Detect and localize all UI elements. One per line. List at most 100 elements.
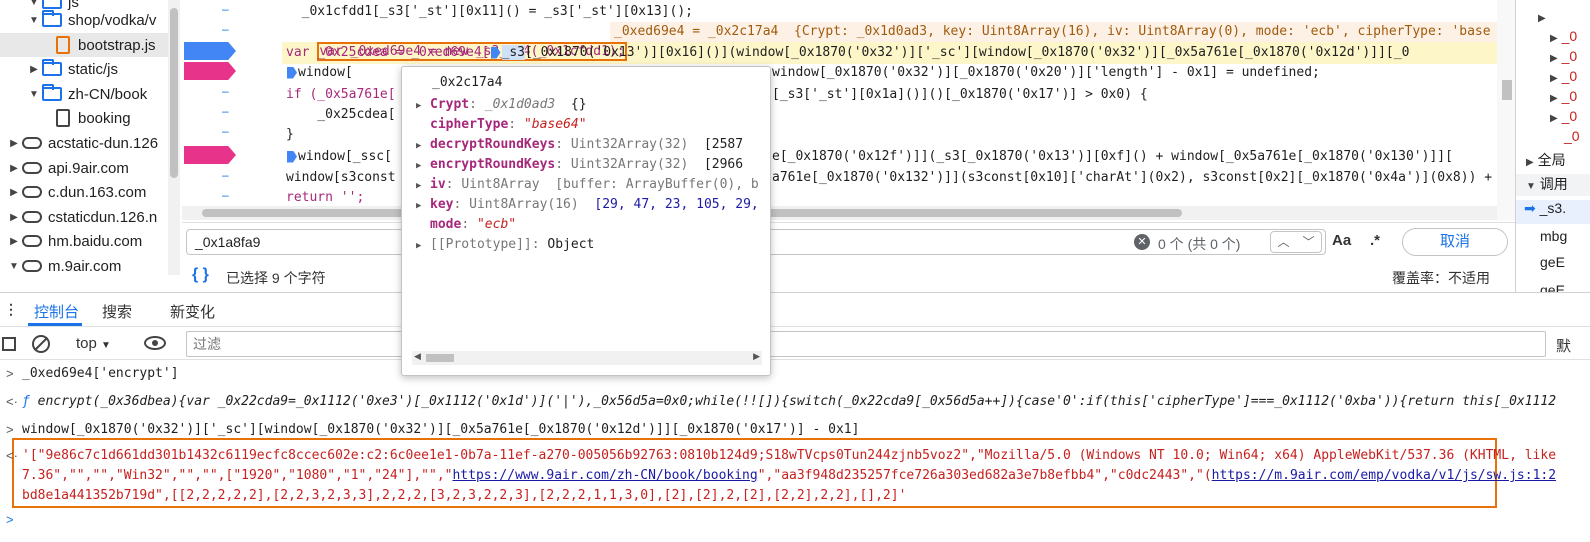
- scrollbar-thumb[interactable]: [170, 8, 178, 178]
- property-row[interactable]: ▶ key: Uint8Array(16) [29, 47, 23, 105, 2…: [416, 195, 759, 215]
- chevron-right-icon[interactable]: ▶: [8, 212, 20, 223]
- tree-scrollbar[interactable]: [168, 0, 180, 275]
- logpoint-marker[interactable]: [184, 146, 236, 164]
- chevron-right-icon[interactable]: ▶: [1526, 157, 1534, 168]
- scope-row[interactable]: _0: [1516, 128, 1590, 148]
- more-icon[interactable]: ⋮: [4, 301, 18, 318]
- property-row[interactable]: ▶ iv: Uint8Array [buffer: ArrayBuffer(0),…: [416, 175, 759, 195]
- chevron-right-icon[interactable]: ▶: [8, 187, 20, 198]
- tree-item-api-9air[interactable]: ▶ api.9air.com: [0, 156, 172, 180]
- tree-item-hm-baidu[interactable]: ▶ hm.baidu.com: [0, 229, 172, 253]
- clear-console-icon[interactable]: [32, 335, 50, 353]
- match-case-button[interactable]: Aa: [1332, 232, 1351, 249]
- property-row[interactable]: ▶ decryptRoundKeys: Uint32Array(32) [2587: [416, 135, 743, 155]
- url-link[interactable]: https://www.9air.com/zh-CN/book/booking: [452, 468, 757, 483]
- chevron-down-icon[interactable]: ▼: [28, 0, 40, 8]
- tree-item-shop-vodka[interactable]: ▼ shop/vodka/v: [0, 8, 172, 32]
- cloud-icon: [22, 186, 42, 198]
- chevron-down-icon[interactable]: ▼: [28, 15, 40, 26]
- function-output[interactable]: ƒ encrypt(_0x36dbea){var _0x22cda9=_0x11…: [22, 394, 1556, 409]
- filter-input[interactable]: 过滤: [186, 331, 1546, 357]
- scope-row[interactable]: ▶ _0: [1516, 48, 1590, 68]
- folder-icon: [42, 59, 62, 76]
- property-key: cipherType: [430, 117, 509, 132]
- tree-item-booking[interactable]: booking: [0, 106, 172, 130]
- scrollbar-thumb[interactable]: [426, 354, 454, 362]
- scope-row[interactable]: ▶ _0: [1516, 68, 1590, 88]
- object-preview-popover[interactable]: _0x2c17a4 ▶ Crypt: _0x1d0ad3 {} cipherTyp…: [401, 66, 771, 376]
- sidebar-toggle-icon[interactable]: [2, 337, 16, 351]
- tree-item-label: zh-CN/book: [68, 85, 148, 103]
- scope-row[interactable]: ▶: [1516, 8, 1590, 28]
- expand-triangle-icon[interactable]: ▶: [416, 176, 430, 196]
- expand-triangle-icon[interactable]: ▶: [416, 196, 430, 216]
- cloud-icon: [22, 235, 42, 247]
- chevron-down-icon[interactable]: ▼: [1526, 181, 1536, 192]
- scope-row[interactable]: ▶ _0: [1516, 88, 1590, 108]
- scroll-left-icon[interactable]: ◀: [414, 351, 421, 362]
- property-row[interactable]: ▶ [[Prototype]]: Object: [416, 235, 594, 255]
- chevron-right-icon[interactable]: ▶: [1550, 53, 1558, 64]
- tree-item-label: cstaticdun.126.n: [48, 208, 158, 226]
- expand-triangle-icon[interactable]: ▶: [416, 136, 430, 156]
- code-horizontal-scrollbar[interactable]: [182, 206, 1497, 220]
- expand-triangle-icon[interactable]: ▶: [416, 236, 430, 256]
- chevron-down-icon[interactable]: ﹀: [1296, 232, 1321, 252]
- chevron-down-icon[interactable]: ▼: [8, 261, 20, 272]
- input-prompt-icon: >: [6, 422, 14, 437]
- chevron-up-icon[interactable]: ︿: [1271, 232, 1296, 252]
- result-string[interactable]: '["9e86c7c1d661dd301b1432c6119ecfc8ccec6…: [22, 448, 1556, 463]
- expand-triangle-icon[interactable]: ▶: [416, 96, 430, 116]
- callstack-frame[interactable]: geE: [1516, 254, 1590, 274]
- console-output: > _0xed69e4['encrypt'] <· ƒ encrypt(_0x3…: [0, 360, 1590, 542]
- callstack-frame[interactable]: geE: [1516, 282, 1590, 292]
- callstack-frame[interactable]: mbg: [1516, 228, 1590, 248]
- tree-item-cstaticdun[interactable]: ▶ cstaticdun.126.n: [0, 205, 172, 229]
- line-marker: –: [222, 84, 229, 98]
- tree-item-bootstrap-js[interactable]: bootstrap.js: [0, 33, 172, 57]
- scope-row[interactable]: ▶ _0: [1516, 108, 1590, 128]
- chevron-right-icon[interactable]: ▶: [8, 163, 20, 174]
- chevron-right-icon[interactable]: ▶: [1550, 33, 1558, 44]
- tab-search[interactable]: 搜索: [102, 301, 132, 322]
- regex-button[interactable]: .*: [1370, 232, 1380, 249]
- code-vertical-scrollbar[interactable]: [1497, 0, 1515, 220]
- chevron-right-icon[interactable]: ▶: [1538, 13, 1546, 24]
- scope-row[interactable]: ▶ _0: [1516, 28, 1590, 48]
- tree-item-acstatic[interactable]: ▶ acstatic-dun.126: [0, 131, 172, 155]
- tree-item-label: api.9air.com: [48, 159, 129, 177]
- console-input: window[_0x1870('0x32')]['_sc'][window[_0…: [22, 422, 860, 437]
- chevron-right-icon[interactable]: ▶: [1550, 113, 1558, 124]
- cancel-button[interactable]: 取消: [1402, 228, 1508, 256]
- chevron-right-icon[interactable]: ▶: [28, 64, 40, 75]
- pretty-print-icon[interactable]: { }: [192, 266, 209, 284]
- property-row[interactable]: ▶ Crypt: _0x1d0ad3 {}: [416, 95, 587, 115]
- clear-icon[interactable]: ✕: [1134, 234, 1150, 250]
- callstack-frame[interactable]: ➡ _s3.: [1516, 200, 1590, 224]
- tree-item-static-js[interactable]: ▶ static/js: [0, 57, 172, 81]
- expand-triangle-icon[interactable]: ▶: [416, 156, 430, 176]
- chevron-down-icon[interactable]: ▼: [28, 89, 40, 100]
- chevron-right-icon[interactable]: ▶: [1550, 73, 1558, 84]
- tree-item-c-dun[interactable]: ▶ c.dun.163.com: [0, 180, 172, 204]
- code-line: var _0xed69e4 = new _s3_es4(_0x1cfdd1);: [286, 22, 627, 61]
- callstack-header[interactable]: ▼ 调用: [1516, 174, 1590, 196]
- url-link[interactable]: https://m.9air.com/emp/vodka/v1/js/sw.js…: [1212, 468, 1556, 483]
- popover-scrollbar[interactable]: ◀ ▶: [412, 351, 762, 365]
- logpoint-marker[interactable]: [184, 62, 236, 80]
- property-row[interactable]: ▶ encryptRoundKeys: Uint32Array(32) [2966: [416, 155, 743, 175]
- tree-item-zh-cn-book[interactable]: ▼ zh-CN/book: [0, 82, 172, 106]
- breakpoint-marker[interactable]: [184, 42, 236, 60]
- scrollbar-thumb[interactable]: [1502, 80, 1512, 100]
- chevron-right-icon[interactable]: ▶: [8, 138, 20, 149]
- tab-changes[interactable]: 新变化: [170, 301, 215, 322]
- tree-item-m-9air[interactable]: ▼ m.9air.com: [0, 254, 172, 275]
- chevron-right-icon[interactable]: ▶: [8, 236, 20, 247]
- log-level-selector[interactable]: 默: [1556, 335, 1571, 356]
- eye-icon[interactable]: [144, 336, 166, 350]
- scroll-right-icon[interactable]: ▶: [753, 351, 760, 362]
- chevron-right-icon[interactable]: ▶: [1550, 93, 1558, 104]
- global-scope-row[interactable]: ▶ 全局: [1516, 150, 1590, 170]
- tab-console[interactable]: 控制台: [34, 301, 79, 322]
- context-selector[interactable]: top ▼: [76, 335, 111, 352]
